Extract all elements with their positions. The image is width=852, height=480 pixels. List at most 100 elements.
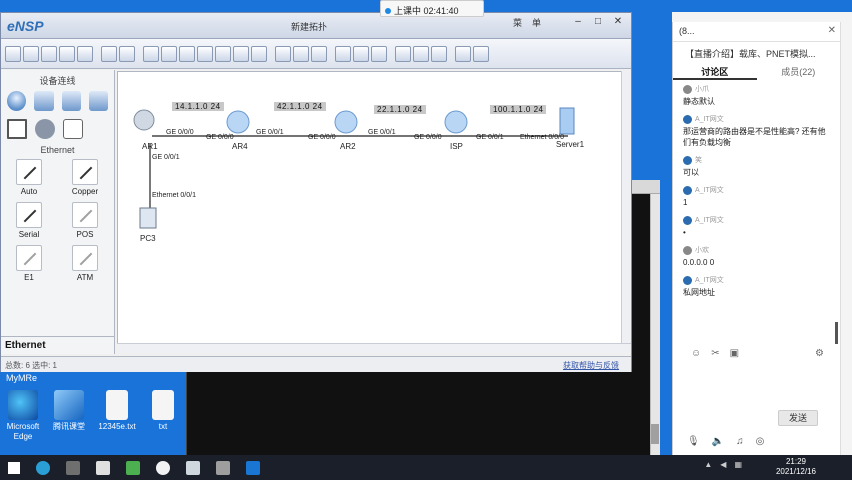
move-icon[interactable] (161, 45, 177, 62)
save-as-icon[interactable] (59, 45, 75, 62)
stop-icon[interactable] (353, 45, 369, 62)
canvas-hscroll[interactable] (117, 343, 631, 353)
port-label: GE 0/0/0 (308, 134, 336, 141)
volume-icon[interactable]: ◀ (720, 460, 726, 469)
file-explorer-icon[interactable] (96, 460, 110, 475)
delete-icon[interactable] (179, 45, 195, 62)
server-icon[interactable] (559, 107, 575, 135)
desktop-icon-edge[interactable]: Microsoft Edge (0, 390, 46, 442)
undo-icon[interactable] (101, 45, 117, 62)
scissors-icon[interactable]: ✂ (711, 348, 719, 359)
save-icon[interactable] (41, 45, 57, 62)
start-icon[interactable] (335, 45, 351, 62)
cable-e1[interactable]: E1 (1, 245, 57, 282)
palette-icon[interactable] (431, 45, 447, 62)
settings-icon[interactable] (455, 45, 471, 62)
text-icon[interactable] (215, 45, 231, 62)
fit-icon[interactable] (311, 45, 327, 62)
cable-serial[interactable]: Serial (1, 202, 57, 239)
speaker-icon[interactable]: 🔈 (712, 436, 724, 447)
capture-icon[interactable] (371, 45, 387, 62)
router-ar2-icon[interactable] (334, 110, 358, 134)
desktop-icon-classroom[interactable]: 腾讯课堂 (46, 390, 92, 432)
chat-header: (8... (673, 22, 840, 42)
emoji-icon[interactable]: ☺ (691, 348, 701, 359)
zoom-in-icon[interactable] (275, 45, 291, 62)
help-feedback-link[interactable]: 获取帮助与反馈 (563, 360, 619, 371)
menu[interactable]: 菜单 (513, 16, 551, 29)
ensp-taskbar-icon[interactable] (246, 460, 260, 475)
pc-icon[interactable] (139, 207, 157, 229)
e1-cable-icon (16, 245, 42, 271)
router-ar4-icon[interactable] (226, 110, 250, 134)
chrome-icon[interactable] (156, 460, 170, 475)
send-button[interactable]: 发送 (778, 410, 818, 426)
rect-icon[interactable] (233, 45, 249, 62)
menu-item[interactable]: 菜 (513, 18, 522, 28)
help-icon[interactable] (473, 45, 489, 62)
music-icon[interactable]: ♫ (736, 436, 744, 447)
avatar (683, 114, 692, 124)
wlan-category-icon[interactable] (61, 91, 81, 111)
ensp-titlebar[interactable]: eNSP 新建拓扑 菜单 – □ ✕ (1, 13, 631, 39)
settings-icon[interactable]: ⚙ (815, 348, 824, 359)
new-icon[interactable] (5, 45, 21, 62)
zoom-out-icon[interactable] (293, 45, 309, 62)
network-icon[interactable]: ▲ (704, 460, 712, 469)
print-icon[interactable] (77, 45, 93, 62)
cable-auto[interactable]: Auto (1, 159, 57, 196)
desktop-icon-txt2[interactable]: txt (140, 390, 186, 432)
grid-icon[interactable] (413, 45, 429, 62)
ime-icon[interactable]: ▦ (734, 460, 742, 469)
open-icon[interactable] (23, 45, 39, 62)
topology-icon[interactable] (395, 45, 411, 62)
delete-link-icon[interactable] (197, 45, 213, 62)
tab-members[interactable]: 成员(22) (757, 62, 841, 80)
camera-icon[interactable]: ◎ (756, 436, 765, 447)
pc-category-icon[interactable] (7, 119, 27, 139)
recording-badge[interactable]: 上课中 02:41:40 (380, 0, 484, 17)
canvas-vscroll[interactable] (621, 71, 631, 343)
close-button[interactable]: ✕ (609, 15, 627, 29)
network-label[interactable]: 14.1.1.0 24 (172, 102, 224, 111)
cloud-category-icon[interactable] (35, 119, 55, 139)
network-label[interactable]: 42.1.1.0 24 (274, 102, 326, 111)
close-icon[interactable]: ✕ (828, 25, 836, 36)
minimize-button[interactable]: – (569, 15, 587, 29)
redo-icon[interactable] (119, 45, 135, 62)
cable-atm[interactable]: ATM (57, 245, 113, 282)
settings-icon[interactable] (216, 460, 230, 475)
ensp-window[interactable]: eNSP 新建拓扑 菜单 – □ ✕ 设备连线 Ethernet Auto Co… (0, 12, 632, 372)
mic-icon[interactable]: 🎙 (687, 436, 700, 447)
network-label[interactable]: 22.1.1.0 24 (374, 105, 426, 114)
terminal-scrollbar[interactable] (650, 194, 660, 455)
video-icon[interactable] (66, 460, 80, 475)
notepad-icon[interactable] (186, 460, 200, 475)
maximize-button[interactable]: □ (589, 15, 607, 29)
image-icon[interactable]: ▣ (730, 348, 739, 359)
desktop-icon-txt1[interactable]: 12345e.txt (94, 390, 140, 432)
live-intro[interactable]: 【直播介绍】载库、PNET模拟... (673, 42, 840, 62)
cable-copper[interactable]: Copper (57, 159, 113, 196)
select-icon[interactable] (143, 45, 159, 62)
router-isp-icon[interactable] (444, 110, 468, 134)
tab-discussion[interactable]: 讨论区 (673, 62, 757, 80)
switch-category-icon[interactable] (34, 91, 54, 111)
status-count: 总数: 6 选中: 1 (5, 361, 58, 370)
firewall-category-icon[interactable] (88, 91, 108, 111)
edge-icon[interactable] (36, 460, 50, 475)
app-icon[interactable] (126, 460, 140, 475)
chat-scrollbar[interactable] (835, 322, 838, 344)
ellipse-icon[interactable] (251, 45, 267, 62)
terminal-scroll-thumb[interactable] (651, 424, 659, 444)
router-ar1-icon[interactable] (133, 109, 155, 131)
taskbar-clock[interactable]: 21:29 2021/12/16 (776, 457, 816, 477)
windows-start-icon[interactable] (8, 461, 20, 474)
network-label[interactable]: 100.1.1.0 24 (490, 105, 547, 114)
cable-category-icon[interactable] (63, 119, 83, 139)
cable-pos[interactable]: POS (57, 202, 113, 239)
topology-canvas[interactable]: 14.1.1.0 24 42.1.1.0 24 22.1.1.0 24 100.… (117, 71, 631, 353)
avatar (683, 215, 692, 225)
menu-item[interactable]: 单 (532, 18, 541, 28)
router-category-icon[interactable] (7, 91, 27, 111)
